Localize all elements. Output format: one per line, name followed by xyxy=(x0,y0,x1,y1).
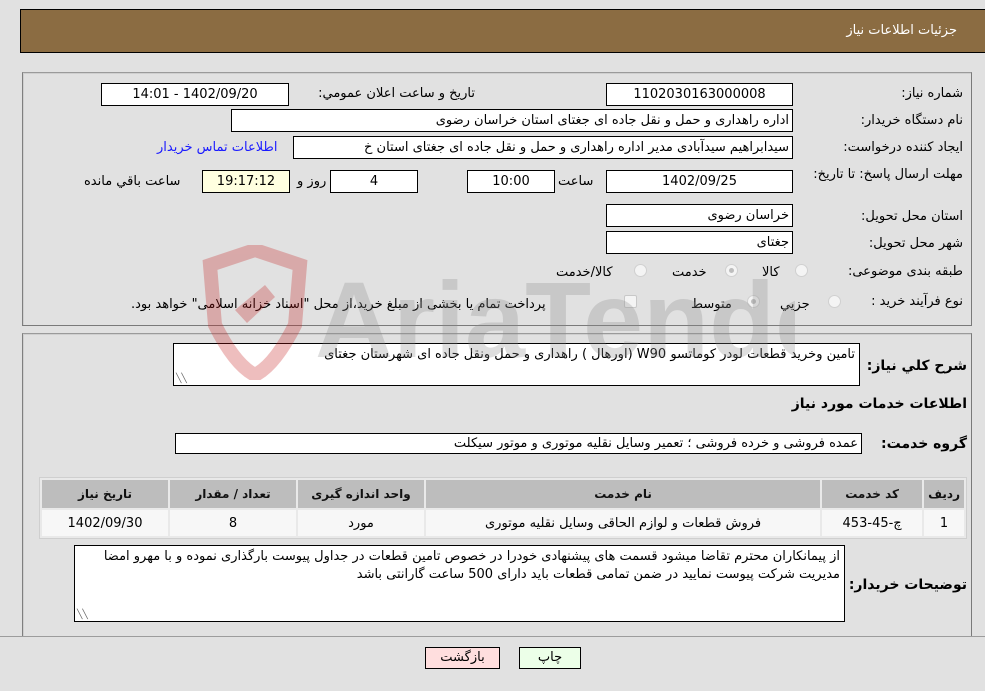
announce-datetime-label: تاریخ و ساعت اعلان عمومي: xyxy=(318,86,475,101)
buyer-notes-label: توضیحات خریدار: xyxy=(848,577,967,593)
deadline-date-field: 1402/09/25 xyxy=(606,170,793,193)
cell-row-number: 1 xyxy=(924,510,964,536)
buyer-org-label: نام دستگاه خریدار: xyxy=(860,113,963,128)
category-label: طبقه بندی موضوعی: xyxy=(847,264,963,279)
buyer-contact-link[interactable]: اطلاعات تماس خریدار xyxy=(157,140,277,155)
summary-text: تامین وخرید قطعات لودر کوماتسو W90 (اوره… xyxy=(324,347,855,362)
footer-divider xyxy=(0,636,985,637)
remaining-time-label: ساعت باقي مانده xyxy=(84,174,181,189)
resize-grip-icon[interactable]: ╲╲ xyxy=(176,375,187,384)
page-title: جزئیات اطلاعات نیاز xyxy=(846,23,957,38)
buyer-notes-text: از پیمانکاران محترم تقاضا میشود قسمت های… xyxy=(103,549,840,582)
summary-textarea[interactable]: تامین وخرید قطعات لودر کوماتسو W90 (اوره… xyxy=(173,343,860,386)
buyer-notes-textarea[interactable]: از پیمانکاران محترم تقاضا میشود قسمت های… xyxy=(74,545,845,622)
delivery-province-field: خراسان رضوی xyxy=(606,204,793,227)
services-section-title: اطلاعات خدمات مورد نیاز xyxy=(791,396,967,412)
delivery-city-field: جغتای xyxy=(606,231,793,254)
remaining-time-field: 19:17:12 xyxy=(202,170,290,193)
category-radio-service[interactable] xyxy=(725,264,738,277)
delivery-province-label: استان محل تحویل: xyxy=(861,209,963,224)
category-option-service: خدمت xyxy=(672,265,707,280)
table-header-row: ردیف کد خدمت نام خدمت واحد اندازه گیری ت… xyxy=(42,480,964,508)
service-group-field: عمده فروشی و خرده فروشی ؛ تعمیر وسایل نق… xyxy=(175,433,862,454)
col-service-name: نام خدمت xyxy=(426,480,821,508)
print-button[interactable]: چاپ xyxy=(519,647,581,669)
purchase-type-option-medium: متوسط xyxy=(691,297,732,312)
deadline-time-field: 10:00 xyxy=(467,170,555,193)
category-option-goods-service: کالا/خدمت xyxy=(556,265,613,280)
delivery-city-label: شهر محل تحویل: xyxy=(868,236,963,251)
need-number-field: 1102030163000008 xyxy=(606,83,793,106)
category-radio-goods[interactable] xyxy=(795,264,808,277)
buyer-org-field: اداره راهداری و حمل و نقل جاده ای جغتای … xyxy=(231,109,793,132)
deadline-time-label: ساعت xyxy=(558,174,594,189)
requester-field: سیدابراهیم سیدآبادی مدیر اداره راهداری و… xyxy=(293,136,793,159)
requester-label: ایجاد کننده درخواست: xyxy=(843,140,963,155)
purchase-type-radio-minor[interactable] xyxy=(828,295,841,308)
services-table: ردیف کد خدمت نام خدمت واحد اندازه گیری ت… xyxy=(39,477,967,539)
remaining-days-label: روز و xyxy=(297,174,327,189)
need-number-label: شماره نیاز: xyxy=(901,86,963,101)
col-need-date: تاریخ نیاز xyxy=(42,480,168,508)
purchase-type-radio-medium[interactable] xyxy=(747,295,760,308)
cell-unit: مورد xyxy=(298,510,424,536)
col-service-code: کد خدمت xyxy=(822,480,923,508)
col-unit: واحد اندازه گیری xyxy=(298,480,424,508)
cell-quantity: 8 xyxy=(170,510,296,536)
announce-datetime-field: 1402/09/20 - 14:01 xyxy=(101,83,289,106)
category-option-goods: کالا xyxy=(762,265,780,280)
treasury-checkbox[interactable] xyxy=(624,295,637,308)
cell-service-name: فروش قطعات و لوازم الحاقی وسایل نقلیه مو… xyxy=(426,510,821,536)
service-group-label: گروه خدمت: xyxy=(881,436,967,452)
summary-label: شرح کلي نیاز: xyxy=(866,358,967,374)
back-button[interactable]: بازگشت xyxy=(425,647,500,669)
category-radio-goods-service[interactable] xyxy=(634,264,647,277)
deadline-label: مهلت ارسال پاسخ: تا تاریخ: xyxy=(813,167,963,182)
remaining-days-field: 4 xyxy=(330,170,418,193)
purchase-type-label: نوع فرآیند خرید : xyxy=(871,294,963,309)
cell-need-date: 1402/09/30 xyxy=(42,510,168,536)
resize-grip-icon[interactable]: ╲╲ xyxy=(77,611,88,620)
table-row: 1 چ-45-453 فروش قطعات و لوازم الحاقی وسا… xyxy=(42,510,964,536)
cell-service-code: چ-45-453 xyxy=(822,510,923,536)
treasury-note: پرداخت تمام یا بخشی از مبلغ خرید،از محل … xyxy=(131,297,546,312)
purchase-type-option-minor: جزيي xyxy=(780,297,810,312)
col-row-number: ردیف xyxy=(924,480,964,508)
col-quantity: تعداد / مقدار xyxy=(170,480,296,508)
page-header: جزئیات اطلاعات نیاز xyxy=(20,9,985,53)
